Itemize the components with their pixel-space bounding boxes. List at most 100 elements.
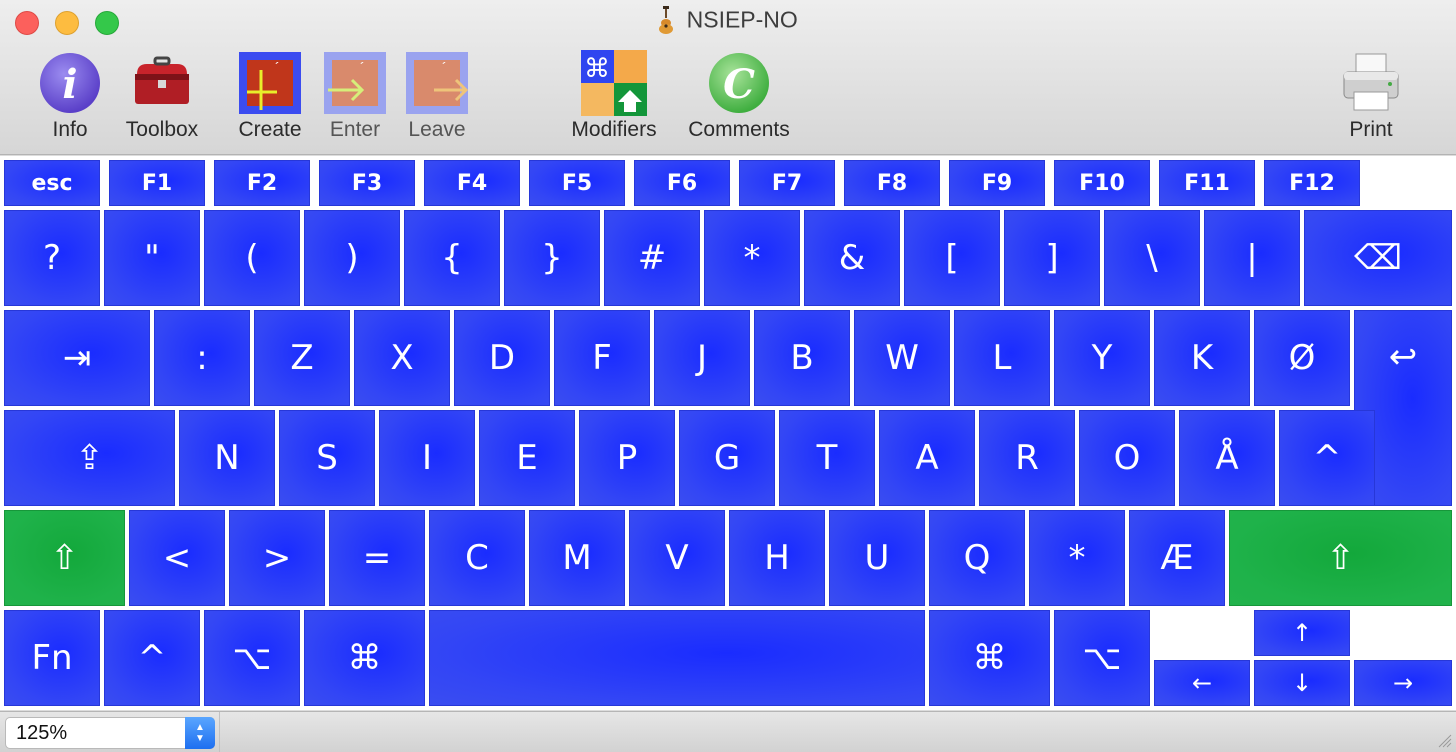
key-f[interactable]: F [554, 310, 650, 406]
key-v[interactable]: V [629, 510, 725, 606]
key-f12[interactable]: F12 [1264, 160, 1360, 206]
key-equals[interactable]: = [329, 510, 425, 606]
toolbox-button[interactable]: Toolbox [117, 50, 207, 142]
key-greater-than[interactable]: > [229, 510, 325, 606]
key-arrow-right[interactable]: → [1354, 660, 1452, 706]
key-ampersand[interactable]: & [804, 210, 900, 306]
key-quote[interactable]: " [104, 210, 200, 306]
key-colon[interactable]: : [154, 310, 250, 406]
keyboard-layout: esc F1 F2 F3 F4 F5 F6 F7 F8 F9 F10 F11 F… [0, 156, 1456, 710]
key-j[interactable]: J [654, 310, 750, 406]
key-tab[interactable]: ⇥ [4, 310, 150, 406]
key-a[interactable]: A [879, 410, 975, 506]
toolbox-icon [129, 50, 195, 116]
key-f5[interactable]: F5 [529, 160, 625, 206]
print-button[interactable]: Print [1336, 50, 1406, 142]
modifiers-button[interactable]: ⌘ Modifiers [562, 50, 666, 142]
key-k[interactable]: K [1154, 310, 1250, 406]
info-button[interactable]: i Info [36, 50, 104, 142]
key-u[interactable]: U [829, 510, 925, 606]
window-toolbar: NSIEP-NO i Info Toolbox ´ Create ´ Enter… [0, 0, 1456, 155]
key-question[interactable]: ? [4, 210, 100, 306]
key-asterisk-2[interactable]: * [1029, 510, 1125, 606]
svg-text:C: C [723, 61, 755, 108]
key-f8[interactable]: F8 [844, 160, 940, 206]
key-f6[interactable]: F6 [634, 160, 730, 206]
key-e[interactable]: E [479, 410, 575, 506]
key-f1[interactable]: F1 [109, 160, 205, 206]
key-l[interactable]: L [954, 310, 1050, 406]
key-f9[interactable]: F9 [949, 160, 1045, 206]
key-w[interactable]: W [854, 310, 950, 406]
window-title: NSIEP-NO [686, 6, 798, 33]
svg-text:´: ´ [360, 59, 365, 75]
key-f4[interactable]: F4 [424, 160, 520, 206]
key-control[interactable]: ^ [104, 610, 200, 706]
key-q[interactable]: Q [929, 510, 1025, 606]
key-hash[interactable]: # [604, 210, 700, 306]
key-shift-right[interactable]: ⇧ [1229, 510, 1452, 606]
key-delete[interactable]: ⌫ [1304, 210, 1452, 306]
key-f11[interactable]: F11 [1159, 160, 1255, 206]
key-arrow-left[interactable]: ← [1154, 660, 1250, 706]
key-c[interactable]: C [429, 510, 525, 606]
zoom-select[interactable]: 125% ▲ ▼ [5, 717, 215, 749]
printer-icon [1338, 50, 1404, 116]
key-z[interactable]: Z [254, 310, 350, 406]
resize-grip-icon[interactable] [1436, 732, 1452, 748]
leave-label: Leave [408, 118, 466, 141]
key-backslash[interactable]: \ [1104, 210, 1200, 306]
key-o-slash[interactable]: Ø [1254, 310, 1350, 406]
key-x[interactable]: X [354, 310, 450, 406]
key-pipe[interactable]: | [1204, 210, 1300, 306]
key-option-right[interactable]: ⌥ [1054, 610, 1150, 706]
key-arrow-down[interactable]: ↓ [1254, 660, 1350, 706]
key-y[interactable]: Y [1054, 310, 1150, 406]
key-m[interactable]: M [529, 510, 625, 606]
key-i[interactable]: I [379, 410, 475, 506]
key-ae[interactable]: Æ [1129, 510, 1225, 606]
key-paren-left[interactable]: ( [204, 210, 300, 306]
key-caret[interactable]: ^ [1279, 410, 1375, 506]
key-d[interactable]: D [454, 310, 550, 406]
key-asterisk[interactable]: * [704, 210, 800, 306]
key-esc[interactable]: esc [4, 160, 100, 206]
key-brace-right[interactable]: } [504, 210, 600, 306]
key-space[interactable] [429, 610, 925, 706]
leave-button[interactable]: ´ Leave [402, 50, 472, 142]
key-b[interactable]: B [754, 310, 850, 406]
key-o[interactable]: O [1079, 410, 1175, 506]
key-s[interactable]: S [279, 410, 375, 506]
key-fn[interactable]: Fn [4, 610, 100, 706]
key-command-left[interactable]: ⌘ [304, 610, 425, 706]
guitar-document-icon [659, 6, 674, 34]
key-r[interactable]: R [979, 410, 1075, 506]
zoom-stepper-icon[interactable]: ▲ ▼ [185, 717, 215, 749]
key-f10[interactable]: F10 [1054, 160, 1150, 206]
create-button[interactable]: ´ Create [232, 50, 308, 142]
key-less-than[interactable]: < [129, 510, 225, 606]
key-h[interactable]: H [729, 510, 825, 606]
key-caps-lock[interactable]: ⇪ [4, 410, 175, 506]
key-n[interactable]: N [179, 410, 275, 506]
key-f3[interactable]: F3 [319, 160, 415, 206]
key-f7[interactable]: F7 [739, 160, 835, 206]
key-p[interactable]: P [579, 410, 675, 506]
enter-button[interactable]: ´ Enter [320, 50, 390, 142]
key-arrow-up[interactable]: ↑ [1254, 610, 1350, 656]
key-shift-left[interactable]: ⇧ [4, 510, 125, 606]
info-icon: i [37, 50, 103, 116]
key-option-left[interactable]: ⌥ [204, 610, 300, 706]
key-t[interactable]: T [779, 410, 875, 506]
key-command-right[interactable]: ⌘ [929, 610, 1050, 706]
key-paren-right[interactable]: ) [304, 210, 400, 306]
key-g[interactable]: G [679, 410, 775, 506]
svg-text:´: ´ [442, 59, 447, 75]
status-divider [219, 712, 220, 752]
key-bracket-right[interactable]: ] [1004, 210, 1100, 306]
key-brace-left[interactable]: { [404, 210, 500, 306]
comments-button[interactable]: C Comments [680, 50, 798, 142]
key-a-ring[interactable]: Å [1179, 410, 1275, 506]
key-bracket-left[interactable]: [ [904, 210, 1000, 306]
key-f2[interactable]: F2 [214, 160, 310, 206]
